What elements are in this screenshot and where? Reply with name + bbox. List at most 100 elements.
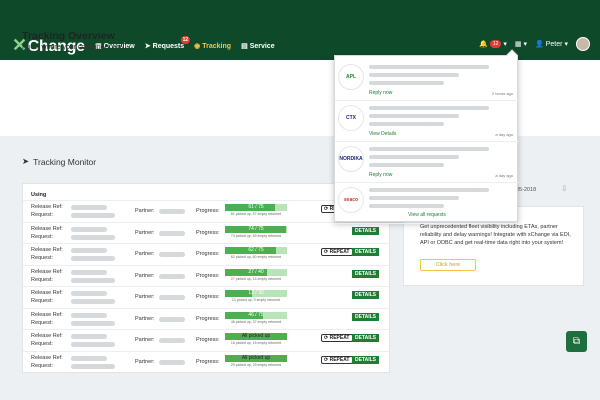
details-button[interactable]: DETAILS (352, 248, 380, 256)
avatar[interactable] (576, 37, 590, 51)
request-value (71, 277, 115, 283)
request-value (71, 342, 115, 347)
partner-value (159, 316, 185, 322)
chat-button[interactable]: ⧉ (566, 331, 587, 352)
progress-label: Progress: (196, 315, 220, 322)
notification-action-link[interactable]: Reply now (369, 172, 392, 178)
release-ref-label: Release Ref: (31, 354, 63, 361)
progress-text: 13 / 30 (248, 290, 264, 296)
table-row: Release Ref: Request: Partner: Progress: 13 … (23, 286, 389, 306)
details-button[interactable]: DETAILS (352, 269, 380, 278)
notification-action-link[interactable]: Reply now (369, 90, 392, 96)
progress-label: Progress: (196, 208, 220, 214)
request-value (71, 256, 115, 261)
release-ref-label: Release Ref: (31, 247, 63, 253)
progress-subtext: 13 picked up, 9 empty returned (231, 298, 281, 302)
click-here-button[interactable]: Click here (420, 259, 476, 271)
notification-line (369, 147, 489, 151)
notifications-toggle[interactable]: 🔔 12 ▾ (479, 40, 507, 48)
user-name: Peter (545, 40, 563, 48)
chat-icon: ⧉ (572, 336, 581, 347)
details-button[interactable]: DETAILS (352, 312, 380, 321)
notification-line (369, 204, 444, 208)
partner-value (159, 338, 185, 343)
details-button[interactable]: DETAILS (352, 334, 380, 342)
partner-label: Partner: (135, 294, 155, 300)
progress-subtext: 62 picked up, 60 empty returned (230, 255, 282, 259)
table-row: Release Ref: Request: Partner: Progress: 74 … (23, 221, 389, 242)
nav-item-tracking[interactable]: ◉ Tracking (194, 42, 232, 51)
notification-line (369, 188, 489, 192)
notification-item[interactable]: CTX View Details a day ago (335, 100, 519, 142)
notification-item[interactable]: NORDIKA Reply now a day ago (335, 141, 519, 183)
partner-label: Partner: (135, 315, 155, 322)
repeat-button[interactable]: ⟳ REPEAT (321, 355, 353, 364)
release-ref-value (71, 248, 107, 253)
details-button[interactable]: DETAILS (352, 355, 380, 364)
notification-item[interactable]: APL Reply now 2 hours ago (335, 59, 519, 101)
download-icon[interactable]: ⇩ (561, 184, 568, 193)
repeat-button[interactable]: ⟳ REPEAT (321, 334, 353, 342)
id-card-icon: ▤ (241, 43, 248, 50)
notification-line (369, 114, 459, 118)
section-title: Tracking Monitor (33, 156, 97, 167)
partner-label: Partner: (135, 229, 155, 236)
progress-text: 61 / 75 (248, 204, 264, 210)
notification-line (369, 73, 459, 77)
request-value (71, 213, 115, 218)
date-label: 05-2018 (516, 187, 537, 193)
nav-item-requests[interactable]: ➤ Requests 12 (145, 36, 191, 50)
progress-label: Progress: (196, 251, 220, 257)
partner-label: Partner: (135, 272, 155, 279)
release-ref-value (71, 291, 107, 296)
nav-label: Tracking (202, 42, 232, 50)
notification-line (369, 122, 444, 126)
progress-bar: All picked up (225, 333, 287, 340)
progress-subtext: 61 picked up, 57 empty returned (230, 212, 282, 216)
grid-icon: ▦ (514, 41, 522, 48)
company-logo: seaco (338, 187, 364, 213)
request-label: Request: (31, 233, 54, 240)
page-title: Tracking Overview (22, 30, 115, 42)
details-button[interactable]: DETAILS (352, 226, 380, 235)
repeat-button[interactable]: ⟳ REPEAT (321, 248, 353, 256)
partner-value (159, 273, 185, 279)
progress-label: Progress: (196, 294, 220, 300)
view-all-requests-link[interactable]: View all requests (335, 212, 519, 218)
release-ref-value (71, 334, 107, 339)
notification-line (369, 106, 489, 110)
user-menu[interactable]: 👤 Peter ▾ (535, 40, 568, 49)
request-label: Request: (31, 341, 54, 347)
notification-action-link[interactable]: View Details (369, 131, 396, 137)
request-value (71, 363, 115, 369)
chevron-down-icon: ▾ (503, 41, 507, 48)
release-ref-label: Release Ref: (31, 225, 63, 232)
nav-label: Service (249, 42, 275, 50)
progress-bar: 46 / 75 (225, 311, 287, 319)
progress-text: 74 / 75 (248, 225, 264, 232)
progress-subtext: 27 picked up, 14 empty returned (230, 276, 282, 281)
progress-bar: All picked up (225, 354, 287, 362)
nav-label: Requests (152, 42, 185, 50)
request-label: Request: (31, 319, 54, 326)
release-ref-value (71, 205, 107, 210)
progress-label: Progress: (196, 358, 220, 365)
details-button[interactable]: DETAILS (352, 291, 380, 299)
release-ref-value (71, 355, 107, 361)
using-label: Using (31, 192, 47, 198)
nav-item-service[interactable]: ▤ Service (241, 42, 275, 51)
promo-text: Get unprecedented fleet visibility inclu… (420, 224, 571, 246)
notification-line (369, 81, 444, 85)
release-ref-label: Release Ref: (31, 268, 63, 275)
partner-label: Partner: (135, 251, 155, 257)
partner-label: Partner: (135, 337, 155, 343)
user-icon: 👤 (535, 41, 544, 48)
request-label: Request: (31, 255, 54, 261)
progress-text: 46 / 75 (248, 311, 264, 318)
notification-line (369, 163, 444, 167)
progress-bar: 74 / 75 (225, 225, 287, 233)
notification-time: a day ago (495, 173, 513, 178)
progress-subtext: 16 picked up, 16 empty returned (230, 341, 282, 345)
grid-menu-toggle[interactable]: ▦ ▾ (515, 40, 527, 48)
progress-subtext: 46 picked up, 37 empty returned (230, 319, 282, 324)
